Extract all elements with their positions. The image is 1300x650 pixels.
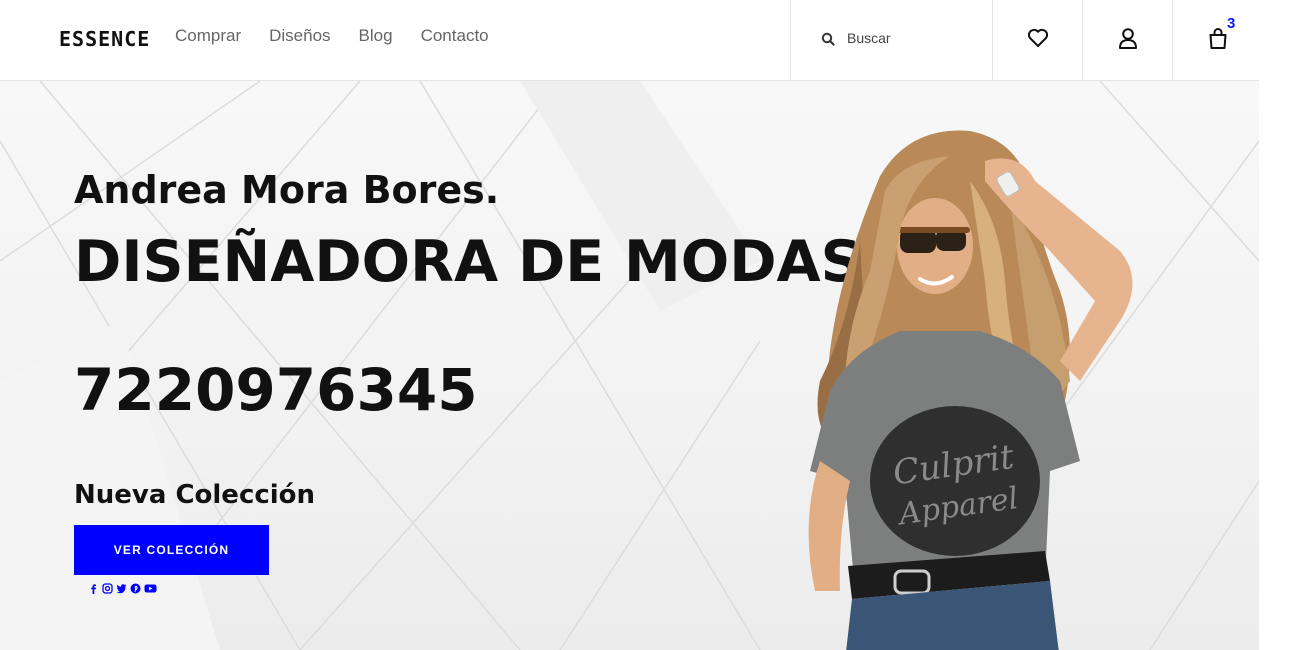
cart-button[interactable]: 3 [1172, 0, 1262, 80]
nav-item-blog[interactable]: Blog [359, 26, 393, 46]
hero-banner: Andrea Mora Bores. DISEÑADORA DE MODAS 7… [0, 81, 1259, 650]
twitter-icon[interactable] [116, 579, 127, 594]
instagram-icon[interactable] [102, 579, 113, 594]
nav-item-comprar[interactable]: Comprar [175, 26, 241, 46]
facebook-icon[interactable] [88, 579, 99, 594]
logo[interactable]: ESSENCE [59, 27, 150, 51]
wishlist-button[interactable] [992, 0, 1082, 80]
page: ESSENCE Comprar Diseños Blog Contacto Bu… [0, 0, 1300, 650]
site-header: ESSENCE Comprar Diseños Blog Contacto Bu… [0, 0, 1259, 81]
cart-count-badge: 3 [1227, 15, 1236, 32]
search-input[interactable] [847, 26, 977, 50]
view-collection-button[interactable]: VER COLECCIÓN [74, 525, 269, 575]
heart-icon [1027, 28, 1049, 52]
account-button[interactable] [1082, 0, 1172, 80]
search-icon[interactable] [821, 31, 835, 50]
social-links [88, 579, 157, 594]
designer-name: Andrea Mora Bores. [74, 168, 500, 212]
collection-tagline: Nueva Colección [74, 480, 316, 510]
main-nav: Comprar Diseños Blog Contacto [175, 26, 489, 46]
designer-role: DISEÑADORA DE MODAS [74, 229, 862, 295]
model-photo: Culprit Apparel [808, 130, 1133, 650]
nav-item-contacto[interactable]: Contacto [421, 26, 489, 46]
search-box [790, 0, 992, 80]
user-icon [1118, 27, 1138, 53]
youtube-icon[interactable] [144, 579, 157, 593]
phone-number: 7220976345 [74, 356, 478, 424]
nav-item-disenos[interactable]: Diseños [269, 26, 330, 46]
pinterest-icon[interactable] [130, 579, 141, 594]
shopping-bag-icon [1208, 27, 1228, 53]
